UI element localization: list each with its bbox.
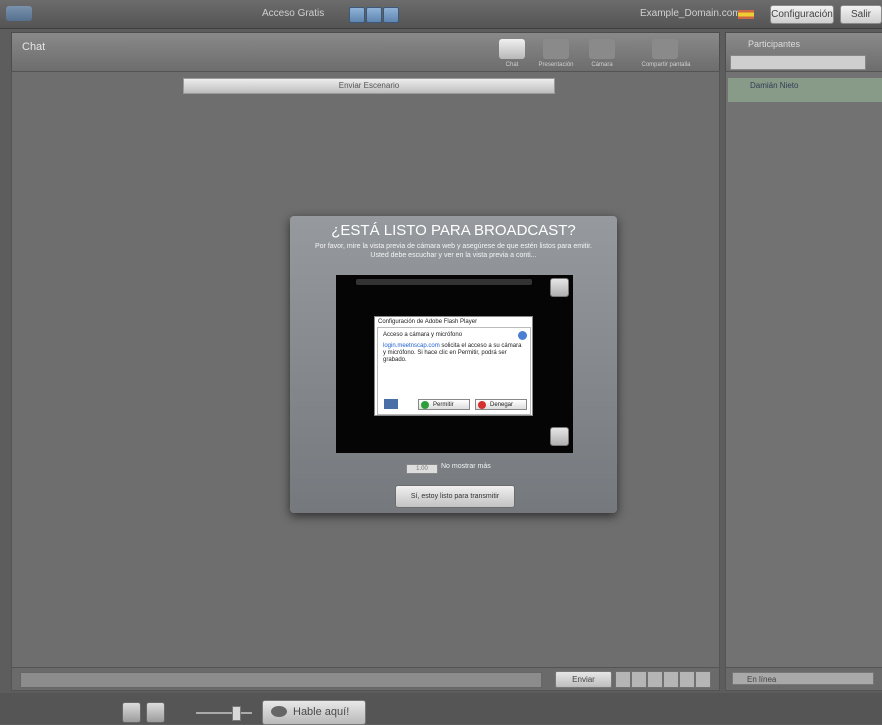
app-logo bbox=[6, 6, 32, 21]
flash-access-label: Acceso a cámara y micrófono bbox=[383, 332, 463, 338]
flash-link[interactable]: login.meetnscap.com bbox=[383, 343, 440, 349]
user-label: Example_Domain.com bbox=[640, 8, 741, 19]
deny-icon bbox=[478, 401, 486, 409]
config-button[interactable]: Configuración bbox=[770, 5, 834, 24]
language-flag-icon[interactable] bbox=[738, 10, 754, 19]
format-icon[interactable] bbox=[663, 671, 679, 688]
ready-button[interactable]: Sí, estoy listo para transmitir bbox=[395, 485, 515, 508]
tool-label: Chat bbox=[505, 62, 519, 68]
flash-frame: Acceso a cámara y micrófono login.meetns… bbox=[377, 327, 531, 415]
volume-slider[interactable] bbox=[196, 712, 252, 714]
format-icon[interactable] bbox=[615, 671, 631, 688]
volume-slider-knob[interactable] bbox=[232, 706, 241, 721]
flash-message: login.meetnscap.com solicita el acceso a… bbox=[383, 343, 523, 364]
deny-button[interactable]: Denegar bbox=[475, 399, 527, 410]
chat-message-input[interactable] bbox=[20, 672, 542, 688]
camera-icon[interactable] bbox=[146, 702, 165, 723]
status-bar: En línea bbox=[725, 667, 882, 691]
dont-show-checkbox[interactable]: 1.00 bbox=[406, 464, 438, 474]
format-icon[interactable] bbox=[695, 671, 711, 688]
status-dropdown[interactable]: En línea bbox=[732, 672, 874, 685]
presentation-tool-icon[interactable] bbox=[543, 39, 569, 59]
send-button[interactable]: Enviar bbox=[555, 671, 612, 688]
exit-button[interactable]: Salir bbox=[840, 5, 882, 24]
webcam-icon[interactable] bbox=[550, 278, 569, 297]
speech-bubble-icon bbox=[271, 706, 287, 717]
tab-bar[interactable]: Enviar Escenario bbox=[183, 78, 555, 94]
talk-button[interactable]: Hable aquí! bbox=[262, 700, 366, 725]
layout-1-icon[interactable] bbox=[349, 7, 365, 23]
talk-label: Hable aquí! bbox=[293, 706, 350, 718]
dont-show-label: No mostrar más bbox=[441, 463, 491, 470]
format-icon[interactable] bbox=[679, 671, 695, 688]
microphone-icon[interactable] bbox=[122, 702, 141, 723]
microphone-icon[interactable] bbox=[550, 427, 569, 446]
participants-header: Participantes bbox=[725, 32, 882, 72]
dialog-description: Por favor, mire la vista previa de cámar… bbox=[314, 243, 593, 259]
dialog-title: ¿ESTÁ LISTO PARA BROADCAST? bbox=[331, 222, 576, 239]
tool-label: Presentación bbox=[538, 62, 574, 68]
camera-preview: Configuración de Adobe Flash Player Acce… bbox=[336, 275, 573, 453]
participants-list bbox=[725, 71, 882, 668]
format-icon[interactable] bbox=[647, 671, 663, 688]
check-icon bbox=[421, 401, 429, 409]
allow-label: Permitir bbox=[433, 402, 454, 408]
broadcast-dialog: ¿ESTÁ LISTO PARA BROADCAST? Por favor, m… bbox=[290, 216, 617, 513]
deny-label: Denegar bbox=[490, 402, 514, 408]
format-icon[interactable] bbox=[631, 671, 647, 688]
chat-header: Chat Chat Presentación Cámara Compartir … bbox=[11, 32, 720, 72]
allow-button[interactable]: Permitir bbox=[418, 399, 470, 410]
help-icon[interactable] bbox=[518, 331, 527, 340]
camera-tool-icon[interactable] bbox=[589, 39, 615, 59]
chat-label: Chat bbox=[22, 41, 46, 53]
flash-title: Configuración de Adobe Flash Player bbox=[378, 319, 478, 325]
meeting-title: Acceso Gratis bbox=[262, 8, 325, 19]
top-bar: Acceso Gratis Example_Domain.com Configu… bbox=[0, 0, 882, 29]
monitor-icon bbox=[384, 399, 398, 409]
chat-input-bar: Enviar bbox=[11, 667, 720, 691]
tool-label: Cámara bbox=[591, 62, 613, 68]
preview-bar bbox=[356, 279, 532, 285]
layout-2-icon[interactable] bbox=[366, 7, 382, 23]
flash-settings-dialog: Configuración de Adobe Flash Player Acce… bbox=[374, 316, 533, 416]
participants-label: Participantes bbox=[748, 39, 801, 49]
participant-search-input[interactable] bbox=[730, 55, 866, 70]
tool-label: Compartir pantalla bbox=[641, 62, 691, 68]
screen-share-tool-icon[interactable] bbox=[652, 39, 678, 59]
layout-3-icon[interactable] bbox=[383, 7, 399, 23]
chat-tool-icon[interactable] bbox=[499, 39, 525, 59]
participant-name: Damián Nieto bbox=[750, 81, 799, 90]
participant-row[interactable]: Damián Nieto bbox=[728, 78, 882, 102]
